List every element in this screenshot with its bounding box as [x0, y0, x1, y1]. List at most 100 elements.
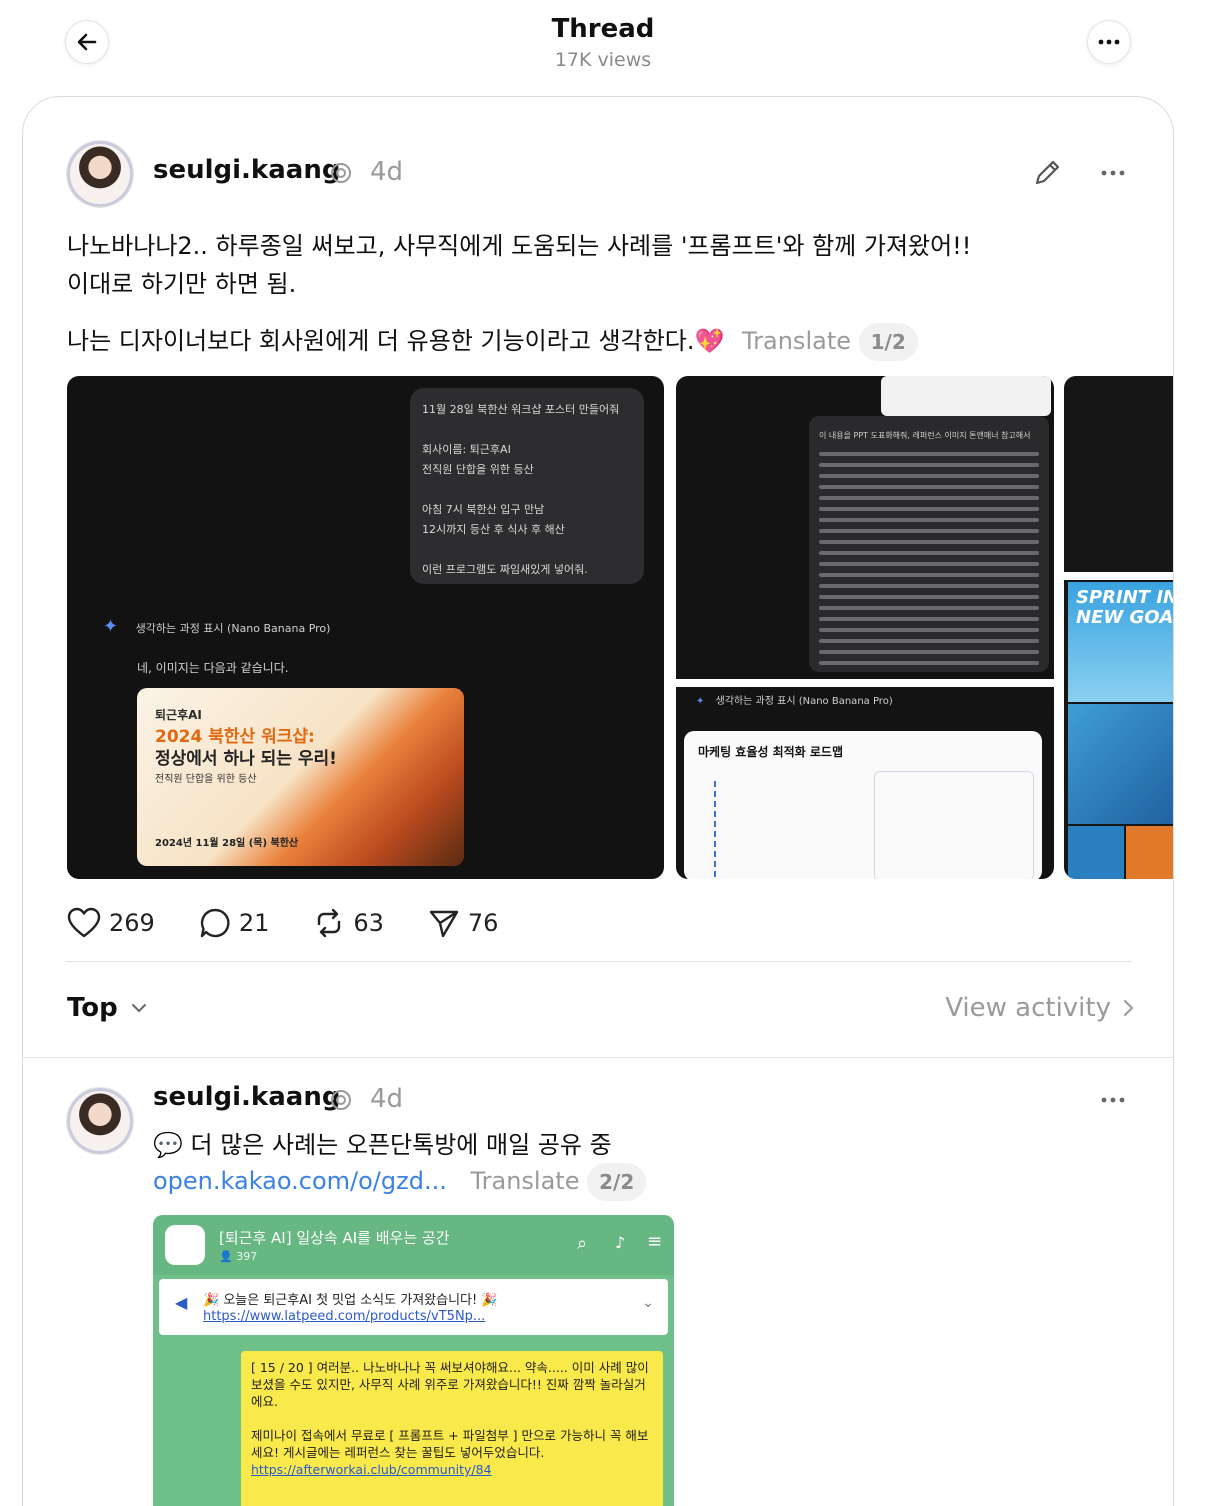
- repost-count: 63: [353, 909, 384, 937]
- action-bar: 269 21 63 76: [67, 903, 542, 943]
- edit-icon[interactable]: [1031, 157, 1063, 189]
- reply-image[interactable]: [퇴근후 AI] 일상속 AI를 배우는 공간 👤 397 ⌕ ♪ ≡ ◀ 🎉 …: [153, 1215, 674, 1506]
- post-line: 나노바나나2.. 하루종일 써보고, 사무직에게 도움되는 사례를 '프롬프트'…: [67, 232, 972, 260]
- chat-message: [ 15 / 20 ] 여러분.. 나노바나나 꼭 써보셔야해요... 약속..…: [241, 1351, 663, 1506]
- like-count: 269: [109, 909, 155, 937]
- chevron-right-icon: [1124, 1000, 1134, 1016]
- thread-header: Thread 17K views: [0, 0, 1206, 96]
- answer-text: 네, 이미지는 다음과 같습니다.: [137, 661, 289, 675]
- username[interactable]: seulgi.kaang: [153, 155, 340, 185]
- sort-dropdown[interactable]: Top: [67, 993, 148, 1023]
- more-options-button[interactable]: [1087, 20, 1131, 64]
- thread-card: seulgi.kaang 4d 나노바나나2.. 하루종일 써보고, 사무직에게…: [22, 96, 1174, 1506]
- avatar[interactable]: [66, 140, 134, 208]
- shoe-photo: [1068, 826, 1124, 879]
- post-time: 4d: [370, 157, 404, 187]
- roadmap-slide: 마케팅 효율성 최적화 로드맵: [684, 731, 1042, 879]
- chevron-down-icon: [131, 1004, 146, 1013]
- shoe-photo: [1068, 704, 1173, 824]
- repost-button[interactable]: 63: [313, 907, 384, 939]
- kakao-link[interactable]: open.kakao.com/o/gzd...: [153, 1167, 447, 1195]
- poster-subtitle: 전직원 단합을 위한 등산: [155, 774, 257, 785]
- share-count: 76: [467, 909, 499, 937]
- comment-icon: [200, 908, 230, 938]
- bubble-title: 11월 28일 북한산 워크샵 포스터 만들어줘: [422, 403, 620, 416]
- thinking-text: 생각하는 과정 표시 (Nano Banana Pro): [135, 622, 331, 635]
- title-block: Thread 17K views: [0, 12, 1206, 74]
- post-body-second: 나는 디자이너보다 회사원에게 더 유용한 기능이라고 생각한다.💖 Trans…: [67, 322, 1147, 361]
- like-button[interactable]: 269: [67, 907, 155, 939]
- panel-title: 이 내용을 PPT 도표화해줘, 레퍼런스 이미지 톤앤매너 참고해서: [819, 431, 1031, 440]
- chevron-down-icon: ⌄: [642, 1295, 654, 1311]
- reply-body: 💬 더 많은 사례는 오픈단톡방에 매일 공유 중: [153, 1131, 612, 1159]
- repost-icon: [318, 908, 341, 938]
- megaphone-icon: ◀: [175, 1293, 188, 1312]
- thinking-label: ✦ 생각하는 과정 표시 (Nano Banana Pro): [103, 616, 330, 637]
- reply-time: 4d: [370, 1084, 404, 1114]
- post-image-2[interactable]: 이 내용을 PPT 도표화해줘, 레퍼런스 이미지 톤앤매너 참고해서 ✦ 생각…: [676, 376, 1054, 879]
- banner-text: SPRINT IN NEW GOA: [1076, 587, 1174, 628]
- chat-header: [퇴근후 AI] 일상속 AI를 배우는 공간 👤 397 ⌕ ♪ ≡: [153, 1215, 674, 1275]
- reply-link-row: open.kakao.com/o/gzd... Translate 2/2: [153, 1163, 647, 1201]
- reply-avatar[interactable]: [66, 1087, 134, 1155]
- panel-text-lines: [809, 452, 1049, 665]
- verified-badge-icon: [331, 163, 351, 183]
- post-body: 나노바나나2.. 하루종일 써보고, 사무직에게 도움되는 사례를 '프롬프트'…: [67, 227, 1147, 303]
- chart-thumbnail: [881, 376, 1051, 416]
- roadmap-title: 마케팅 효율성 최적화 로드맵: [698, 745, 844, 759]
- share-button[interactable]: 76: [428, 907, 499, 939]
- translate-link[interactable]: Translate: [742, 327, 851, 355]
- sort-label: Top: [67, 993, 118, 1023]
- image-separator: [676, 679, 1054, 687]
- reply-more-icon[interactable]: [1100, 1096, 1126, 1104]
- message-paragraph: 제미나이 접속에서 무료로 [ 프롬프트 + 파일첨부 ] 만으로 가능하니 꼭…: [251, 1428, 649, 1460]
- poster-brand: 퇴근후AI: [155, 708, 202, 722]
- more-icon: [1098, 39, 1120, 45]
- bubble-line: 아침 7시 북한산 입구 만남: [422, 503, 545, 516]
- roadmap-timeline: [714, 781, 844, 877]
- comment-count: 21: [238, 909, 270, 937]
- generated-poster: 퇴근후AI 2024 북한산 워크샵: 정상에서 하나 되는 우리! 전직원 단…: [137, 688, 464, 866]
- notice-link: https://www.latpeed.com/products/vT5Np..…: [203, 1309, 486, 1324]
- post-line: 나는 디자이너보다 회사원에게 더 유용한 기능이라고 생각한다.💖: [67, 327, 725, 355]
- shoe-photo: [1126, 826, 1173, 879]
- mic-icon: ♪: [615, 1233, 626, 1252]
- reply-username[interactable]: seulgi.kaang: [153, 1082, 340, 1112]
- translate-link[interactable]: Translate: [471, 1167, 580, 1195]
- chatroom-logo: [165, 1225, 205, 1265]
- post-image-1[interactable]: 11월 28일 북한산 워크샵 포스터 만들어줘 회사이름: 퇴근후AI 전직원…: [67, 376, 664, 879]
- post-line: 이대로 하기만 하면 됨.: [67, 270, 297, 298]
- bubble-line: 회사이름: 퇴근후AI: [422, 443, 511, 456]
- view-activity-label: View activity: [945, 993, 1111, 1023]
- page-title: Thread: [551, 14, 655, 44]
- section-divider: [23, 1057, 1173, 1058]
- menu-icon: ≡: [647, 1231, 663, 1252]
- bubble-line: 전직원 단합을 위한 등산: [422, 463, 534, 476]
- sparkle-icon: ✦: [103, 616, 119, 637]
- prompt-bubble: 11월 28일 북한산 워크샵 포스터 만들어줘 회사이름: 퇴근후AI 전직원…: [410, 388, 644, 584]
- page-indicator: 2/2: [587, 1163, 647, 1201]
- post-more-icon[interactable]: [1100, 169, 1126, 177]
- bubble-line: 12시까지 등산 후 식사 후 해산: [422, 523, 565, 536]
- shoe-banner: SPRINT IN NEW GOA: [1068, 582, 1174, 702]
- sparkle-icon: ✦: [696, 696, 705, 707]
- bubble-line: 이런 프로그램도 짜임새있게 넣어줘.: [422, 563, 588, 576]
- chatroom-title: [퇴근후 AI] 일상속 AI를 배우는 공간: [219, 1229, 450, 1247]
- poster-date: 2024년 11월 28일 (목) 북한산: [155, 838, 299, 849]
- heart-icon: [67, 907, 101, 938]
- search-icon: ⌕: [577, 1233, 588, 1254]
- notice-banner: ◀ 🎉 오늘은 퇴근후AI 첫 밋업 소식도 가져왔습니다! 🎉 https:/…: [159, 1279, 668, 1335]
- message-paragraph: [ 15 / 20 ] 여러분.. 나노바나나 꼭 써보셔야해요... 약속..…: [251, 1360, 649, 1409]
- comment-button[interactable]: 21: [199, 907, 270, 939]
- post-image-3[interactable]: SPRINT IN NEW GOA: [1064, 376, 1174, 879]
- verified-badge-icon: [331, 1090, 351, 1110]
- message-link: https://afterworkai.club/community/84: [251, 1462, 492, 1477]
- view-activity-link[interactable]: View activity: [945, 993, 1135, 1023]
- member-count: 👤 397: [219, 1250, 258, 1263]
- thinking-label-2: ✦ 생각하는 과정 표시 (Nano Banana Pro): [696, 692, 893, 707]
- divider: [66, 961, 1132, 962]
- roadmap-box: [874, 771, 1034, 879]
- page-indicator: 1/2: [858, 323, 918, 361]
- notice-text: 🎉 오늘은 퇴근후AI 첫 밋업 소식도 가져왔습니다! 🎉: [203, 1293, 498, 1308]
- image-separator: [1064, 572, 1173, 580]
